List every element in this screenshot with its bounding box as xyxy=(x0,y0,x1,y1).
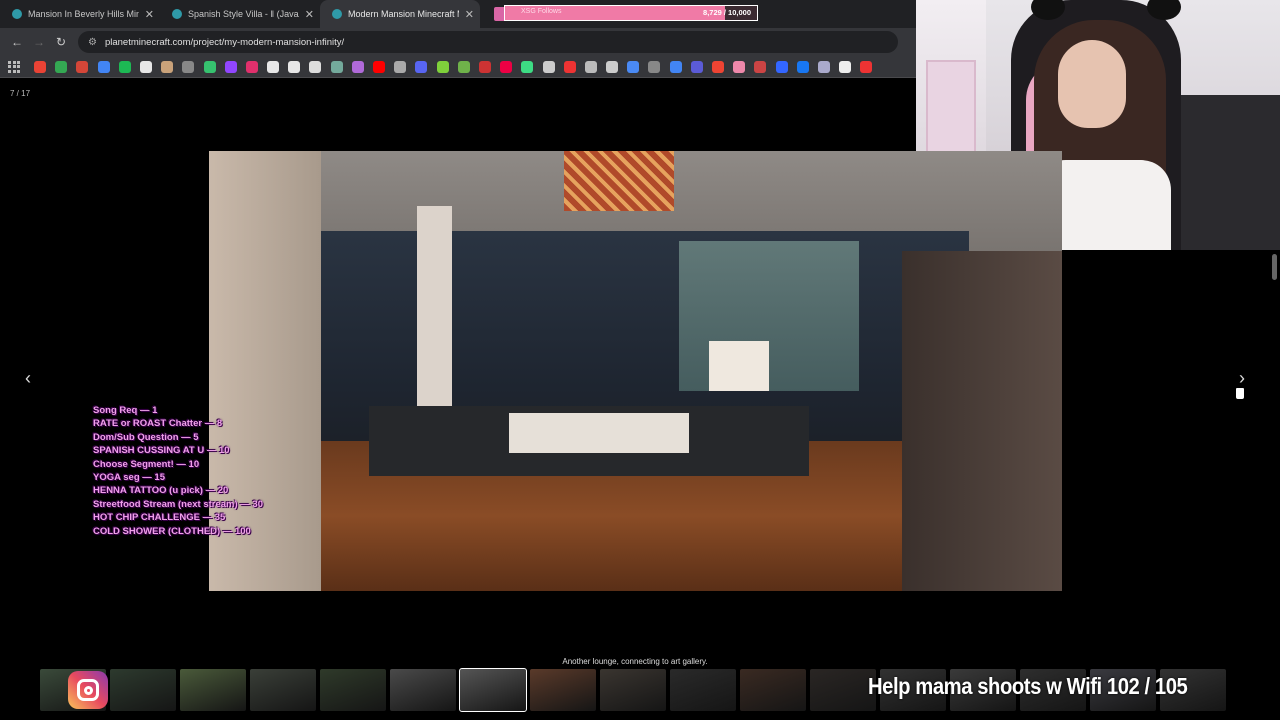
thumbnail-3[interactable] xyxy=(180,669,246,711)
circle-icon[interactable] xyxy=(542,60,555,73)
menu-item: COLD SHOWER (CLOTHED) — 100 xyxy=(93,525,251,537)
follower-goal-label: XSG Follows xyxy=(521,8,562,15)
planetminecraft-favicon-icon xyxy=(12,9,22,19)
page-icon[interactable] xyxy=(775,60,788,73)
next-image-arrow-icon[interactable]: › xyxy=(1232,368,1252,389)
star-icon[interactable] xyxy=(309,60,322,73)
twitch-icon[interactable] xyxy=(224,60,237,73)
url-field[interactable]: ⚙ planetminecraft.com/project/my-modern-… xyxy=(78,31,898,53)
mail-icon[interactable] xyxy=(754,60,767,73)
bookmark-icon[interactable] xyxy=(584,60,597,73)
menu-item: RATE or ROAST Chatter — 8 xyxy=(93,418,223,430)
gear-icon[interactable] xyxy=(817,60,830,73)
image-counter: 7 / 17 xyxy=(10,89,31,98)
instagram-icon xyxy=(68,671,108,709)
bookmark-icon[interactable] xyxy=(478,60,491,73)
forward-icon[interactable]: → xyxy=(28,35,50,49)
discord-icon[interactable] xyxy=(415,60,428,73)
grid-icon[interactable] xyxy=(351,60,364,73)
tag-icon[interactable] xyxy=(606,60,619,73)
facebook-icon[interactable] xyxy=(796,60,809,73)
tab-title: Spanish Style Villa - ‖ (Java/Be xyxy=(188,9,299,19)
browser-icon[interactable] xyxy=(669,60,682,73)
menu-item: HENNA TATTOO (u pick) — 20 xyxy=(93,485,229,497)
thumbnail-9[interactable] xyxy=(600,669,666,711)
pin-icon[interactable] xyxy=(860,60,873,73)
flag-icon[interactable] xyxy=(563,60,576,73)
plant-icon[interactable] xyxy=(457,60,470,73)
heart-icon[interactable] xyxy=(712,60,724,73)
tab-modern-mansion[interactable]: Modern Mansion Minecraft Ma ✕ xyxy=(320,0,480,28)
menu-item: Choose Segment! — 10 xyxy=(93,458,200,470)
scrollbar-thumb[interactable] xyxy=(1272,254,1277,280)
thumbnail-6[interactable] xyxy=(390,669,456,711)
bookmark-icon[interactable] xyxy=(500,60,513,73)
spotify-icon[interactable] xyxy=(118,60,131,73)
tab-spanish-villa[interactable]: Spanish Style Villa - ‖ (Java/Be ✕ xyxy=(160,0,320,28)
google-icon[interactable] xyxy=(34,60,46,73)
cat-icon[interactable] xyxy=(161,60,174,73)
reload-icon[interactable]: ↻ xyxy=(50,35,72,49)
m-icon[interactable] xyxy=(690,60,703,73)
planetminecraft-favicon-icon xyxy=(332,9,342,19)
stream-goal-banner: Help mama shoots w Wifi 102 / 105 xyxy=(868,673,1188,699)
x-icon[interactable] xyxy=(139,60,152,73)
menu-item: Song Req — 1 xyxy=(93,405,158,416)
close-icon[interactable]: ✕ xyxy=(305,8,314,21)
menu-item: HOT CHIP CHALLENGE — 35 xyxy=(93,512,226,524)
gallery-image xyxy=(209,151,1062,591)
drive-icon[interactable] xyxy=(97,60,110,73)
bookmarks-bar xyxy=(0,56,916,78)
previous-image-arrow-icon[interactable]: ‹ xyxy=(18,368,38,389)
box-icon[interactable] xyxy=(394,60,407,73)
thumbnail-8[interactable] xyxy=(530,669,596,711)
play-icon[interactable] xyxy=(521,60,534,73)
grid-icon[interactable] xyxy=(839,60,852,73)
tab-title: Modern Mansion Minecraft Ma xyxy=(348,9,459,19)
menu-item: YOGA seg — 15 xyxy=(93,472,165,484)
url-text: planetminecraft.com/project/my-modern-ma… xyxy=(104,36,345,48)
maps-icon[interactable] xyxy=(55,60,68,73)
game-icon[interactable] xyxy=(436,60,449,73)
x-icon[interactable] xyxy=(267,60,280,73)
site-info-icon[interactable]: ⚙ xyxy=(88,37,97,48)
follower-goal-bar: XSG Follows 8,729 / 10,000 xyxy=(504,5,758,21)
menu-item: SPANISH CUSSING AT U — 10 xyxy=(93,445,230,457)
settings-icon[interactable] xyxy=(182,60,195,73)
k-icon[interactable] xyxy=(203,60,216,73)
follower-goal-count: 8,729 / 10,000 xyxy=(703,8,751,17)
browser-tab-bar: Mansion In Beverly Hills Minec ✕ Spanish… xyxy=(0,0,916,28)
mouse-cursor-icon xyxy=(1235,387,1245,400)
menu-item: Streetfood Stream (next stream) — 30 xyxy=(93,498,263,510)
thumbnail-4[interactable] xyxy=(250,669,316,711)
menu-item: Dom/Sub Question — 5 xyxy=(93,431,199,443)
back-icon[interactable]: ← xyxy=(6,35,28,49)
apps-grid-icon[interactable] xyxy=(8,60,20,73)
planetminecraft-favicon-icon xyxy=(172,9,182,19)
close-icon[interactable]: ✕ xyxy=(145,8,154,21)
channel-points-menu: Song Req — 1 RATE or ROAST Chatter — 8 Dom… xyxy=(93,404,263,538)
close-icon[interactable]: ✕ xyxy=(465,8,474,21)
tag-icon[interactable] xyxy=(733,60,746,73)
calendar-icon[interactable] xyxy=(627,60,640,73)
instagram-icon[interactable] xyxy=(245,60,258,73)
thumbnail-10[interactable] xyxy=(670,669,736,711)
tab-title: Mansion In Beverly Hills Minec xyxy=(28,9,139,19)
thumbnail-7[interactable] xyxy=(459,668,527,712)
gmail-icon[interactable] xyxy=(76,60,89,73)
image-caption: Another lounge, connecting to art galler… xyxy=(562,657,708,666)
tab-beverly-hills[interactable]: Mansion In Beverly Hills Minec ✕ xyxy=(0,0,160,28)
address-bar-row: ← → ↻ ⚙ planetminecraft.com/project/my-m… xyxy=(0,28,916,56)
thumbnail-11[interactable] xyxy=(740,669,806,711)
tiktok-icon[interactable] xyxy=(288,60,301,73)
thumbnail-2[interactable] xyxy=(110,669,176,711)
thumbnail-5[interactable] xyxy=(320,669,386,711)
chatgpt-icon[interactable] xyxy=(330,60,343,73)
print-icon[interactable] xyxy=(648,60,661,73)
youtube-icon[interactable] xyxy=(373,60,385,73)
thumbnail-12[interactable] xyxy=(810,669,876,711)
stream-screen: Mansion In Beverly Hills Minec ✕ Spanish… xyxy=(0,0,1280,720)
